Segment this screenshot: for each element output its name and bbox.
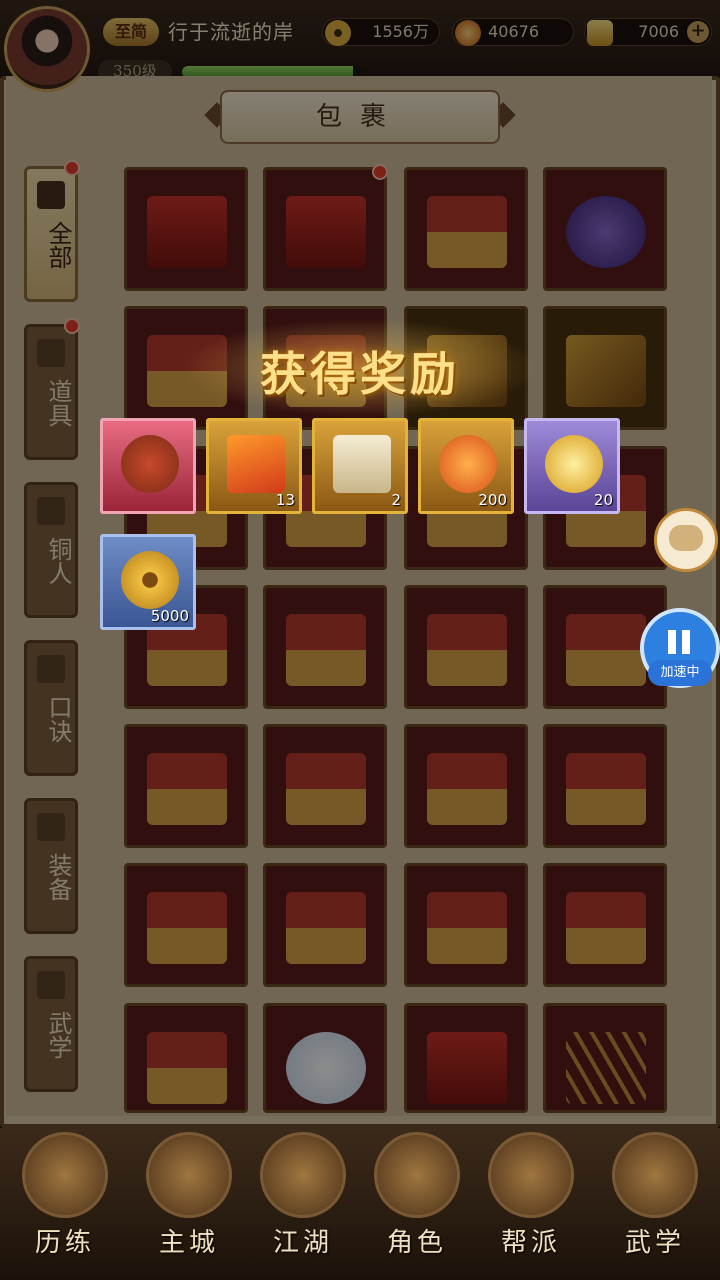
martial-arts-icon xyxy=(612,1132,698,1218)
speed-label: 加速中 xyxy=(648,660,712,686)
training-icon xyxy=(22,1132,108,1218)
nav-label: 江湖 xyxy=(272,1228,333,1258)
modal-overlay[interactable] xyxy=(0,0,720,1280)
reward-count: 13 xyxy=(275,491,295,509)
nav-training[interactable]: 历练 xyxy=(10,1128,120,1268)
nav-jianghu[interactable]: 江湖 xyxy=(248,1128,358,1268)
guild-icon xyxy=(488,1132,574,1218)
chat-button[interactable] xyxy=(654,508,718,572)
reward-title: 获得奖励 xyxy=(260,347,460,401)
nav-character[interactable]: 角色 xyxy=(362,1128,472,1268)
reward-count: 200 xyxy=(478,491,507,509)
reward-count: 2 xyxy=(391,491,401,509)
reward-banner: 获得奖励 xyxy=(180,318,540,418)
ticket-icon xyxy=(227,435,285,493)
qianji-scroll-icon xyxy=(333,435,391,493)
reward-item[interactable]: 2 xyxy=(312,418,408,514)
nav-guild[interactable]: 帮派 xyxy=(476,1128,586,1268)
reward-item[interactable]: 200 xyxy=(418,418,514,514)
bottom-nav: 历练 主城 江湖 角色 帮派 武学 xyxy=(0,1128,720,1280)
nav-label: 武学 xyxy=(624,1228,685,1258)
capybara-gift-icon xyxy=(121,435,179,493)
reward-item[interactable] xyxy=(100,418,196,514)
orange-medal-icon xyxy=(439,435,497,493)
reward-item[interactable]: 13 xyxy=(206,418,302,514)
nav-city[interactable]: 主城 xyxy=(134,1128,244,1268)
nav-martial-arts[interactable]: 武学 xyxy=(600,1128,710,1268)
nav-label: 帮派 xyxy=(500,1228,561,1258)
nav-label: 历练 xyxy=(34,1228,95,1258)
reward-item[interactable]: 5000 xyxy=(100,534,196,630)
pause-icon xyxy=(668,630,676,654)
nav-label: 主城 xyxy=(158,1228,219,1258)
chat-bubble-icon xyxy=(669,525,703,551)
character-icon xyxy=(374,1132,460,1218)
reward-item[interactable]: 20 xyxy=(524,418,620,514)
reward-count: 5000 xyxy=(150,607,189,625)
reward-count: 20 xyxy=(593,491,613,509)
gold-star-icon xyxy=(545,435,603,493)
city-icon xyxy=(146,1132,232,1218)
nav-label: 角色 xyxy=(386,1228,447,1258)
jianghu-icon xyxy=(260,1132,346,1218)
copper-coin-icon xyxy=(121,551,179,609)
